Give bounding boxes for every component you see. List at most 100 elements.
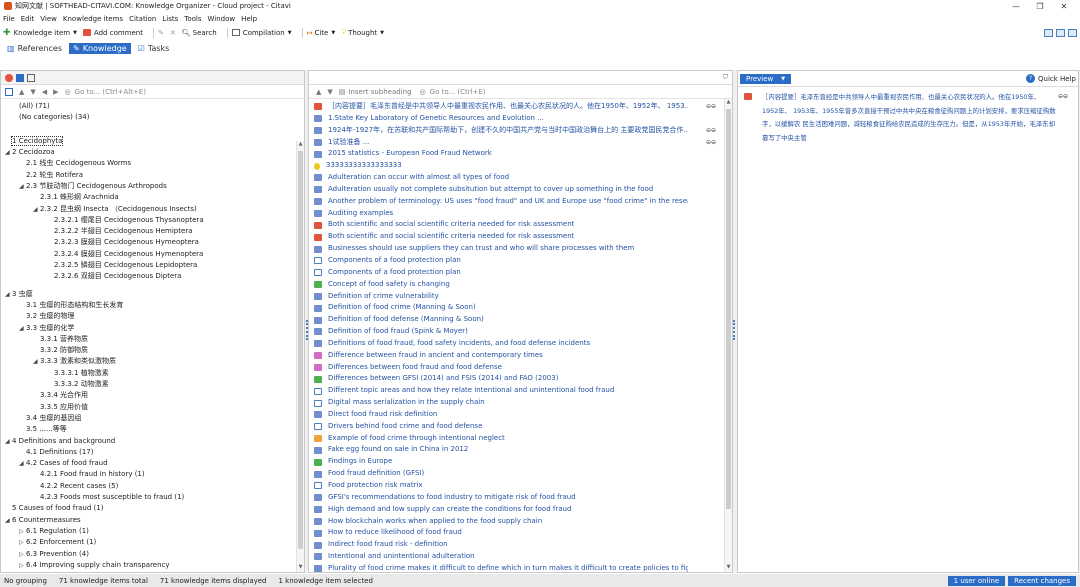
knowledge-item[interactable]: Food fraud definition (GFSI)	[309, 468, 732, 480]
splitter-handle-left[interactable]	[306, 320, 309, 340]
scroll-down-icon[interactable]: ▼	[725, 564, 732, 572]
tree-item[interactable]: 2.2 轮虫 Rotifera	[5, 170, 304, 181]
recent-changes-button[interactable]: Recent changes	[1008, 575, 1076, 586]
tree-item[interactable]: ◢ 4 Definitions and background	[5, 436, 304, 447]
tree-item[interactable]: ◢ 3.3 虫瘿的化学	[5, 323, 304, 334]
thought-button[interactable]: 💡︎ Thought ▼	[341, 28, 384, 37]
tree-item[interactable]: 2.1 线虫 Cecidogenous Worms	[5, 158, 304, 169]
tree-item[interactable]: 1 Cecidophyta	[5, 135, 304, 147]
knowledge-item[interactable]: 1.State Key Laboratory of Genetic Resour…	[309, 113, 732, 125]
knowledge-item[interactable]: Concept of food safety is changing	[309, 279, 732, 291]
tree-item[interactable]: 3.1 虫瘿的形态结构和生长发育	[5, 300, 304, 311]
tree-item[interactable]: 3.3.3.2 动物激素	[5, 379, 304, 390]
menu-tools[interactable]: Tools	[184, 15, 201, 23]
tree-expander-icon[interactable]: ◢	[19, 458, 26, 469]
tree-item[interactable]: ◢ 3 虫瘿	[5, 289, 304, 300]
knowledge-item[interactable]: Components of a food protection plan	[309, 267, 732, 279]
knowledge-item[interactable]: Plurality of food crime makes it difficu…	[309, 563, 732, 572]
tree-item[interactable]: ◢ 2 Cecidozoa	[5, 147, 304, 158]
edit-button[interactable]: ✎	[158, 29, 164, 37]
knowledge-item[interactable]: 2015 statistics - European Food Fraud Ne…	[309, 148, 732, 160]
tree-item[interactable]: ◢ 6 Countermeasures	[5, 515, 304, 526]
knowledge-item[interactable]: Drivers behind food crime and food defen…	[309, 421, 732, 433]
no-categories-item[interactable]: (No categories) (34)	[19, 112, 304, 123]
knowledge-item[interactable]: Difference between fraud in ancient and …	[309, 350, 732, 362]
tree-item[interactable]: 2.3.1 蛛形纲 Arachnida	[5, 192, 304, 203]
tree-item[interactable]: 4.1 Definitions (17)	[5, 447, 304, 458]
user-online-button[interactable]: 1 user online	[947, 575, 1006, 586]
knowledge-item[interactable]: 1试验准备 ... ⊖⊖	[309, 137, 732, 149]
menu-view[interactable]: View	[40, 15, 57, 23]
tree-expander-icon[interactable]: ◢	[19, 323, 26, 334]
tree-item[interactable]: 2.3.2.2 半翅目 Cecidogenous Hemiptera	[5, 226, 304, 237]
menu-file[interactable]: File	[3, 15, 15, 23]
attachment-link-icon[interactable]: ⊖⊖	[706, 101, 716, 113]
knowledge-scrollbar[interactable]: ▲ ▼	[724, 99, 732, 572]
knowledge-item[interactable]: Both scientific and social scientific cr…	[309, 231, 732, 243]
knowledge-item[interactable]: Definition of food fraud (Spink & Moyer)	[309, 326, 732, 338]
knowledge-item[interactable]: Definition of food defense (Manning & So…	[309, 314, 732, 326]
tree-item[interactable]: ▷ 6.3 Prevention (4)	[5, 549, 304, 560]
tree-item[interactable]: 4.2.1 Food fraud in history (1)	[5, 469, 304, 480]
tree-item[interactable]: 3.3.4 光合作用	[5, 390, 304, 401]
tree-item[interactable]: 3.3.3.1 植物激素	[5, 368, 304, 379]
tree-item[interactable]: ◢ 3.3.3 激素和类似激物质	[5, 356, 304, 367]
tree-expander-icon[interactable]: ◢	[33, 356, 40, 367]
knowledge-item[interactable]: Definition of crime vulnerability	[309, 291, 732, 303]
knowledge-item[interactable]: How to reduce likelihood of food fraud	[309, 527, 732, 539]
move-up-icon[interactable]: ▲	[19, 88, 24, 96]
tree-expander-icon[interactable]: ◢	[5, 436, 12, 447]
close-button[interactable]: ✕	[1052, 2, 1076, 11]
knowledge-item[interactable]: ［内容提要］毛泽东曾经是中共领导人中最重视农民作用、也最关心农民状况的人。他在1…	[309, 101, 732, 113]
categories-tab-icon[interactable]	[5, 73, 13, 82]
status-grouping[interactable]: No grouping	[4, 577, 47, 585]
menu-edit[interactable]: Edit	[21, 15, 35, 23]
tree-item[interactable]: 3.3.1 营养物质	[5, 334, 304, 345]
knowledge-item[interactable]: Different topic areas and how they relat…	[309, 385, 732, 397]
category-add-icon[interactable]	[5, 87, 13, 96]
tree-expander-icon[interactable]: ◢	[5, 515, 12, 526]
knowledge-item[interactable]: Direct food fraud risk definition	[309, 409, 732, 421]
tree-item[interactable]: 3.3.5 应用价值	[5, 402, 304, 413]
menu-window[interactable]: Window	[208, 15, 236, 23]
tree-expander-icon[interactable]: ▷	[19, 526, 26, 537]
knowledge-item[interactable]: Example of food crime through intentiona…	[309, 433, 732, 445]
tree-item[interactable]: 2.3.2.1 缨尾目 Cecidogenous Thysanoptera	[5, 215, 304, 226]
minimize-button[interactable]: —	[1004, 2, 1028, 11]
tree-item[interactable]: 2.3.2.5 鳞翅目 Cecidogenous Lepidoptera	[5, 260, 304, 271]
knowledge-item[interactable]: Findings in Europe	[309, 456, 732, 468]
knowledge-item[interactable]: How blockchain works when applied to the…	[309, 516, 732, 528]
tree-item[interactable]: 5 Causes of food fraud (1)	[5, 503, 304, 514]
tree-item[interactable]: 3.4 虫瘿的基因组	[5, 413, 304, 424]
tree-item[interactable]: 4.2.3 Foods most susceptible to fraud (1…	[5, 492, 304, 503]
tree-expander-icon[interactable]: ▷	[19, 560, 26, 571]
move-left-icon[interactable]: ◀	[42, 88, 47, 96]
preview-dropdown[interactable]: Preview ▼	[740, 73, 792, 84]
knowledge-goto-input[interactable]: Go to... (Ctrl+E)	[430, 88, 486, 96]
knowledge-item-button[interactable]: ✚ Knowledge item ▼	[3, 28, 77, 38]
tree-item[interactable]: ◢ 2.3.2 昆虫纲 Insecta （Cecidogenous Insects…	[5, 204, 304, 215]
layout-full-icon[interactable]	[1068, 28, 1077, 37]
knowledge-item[interactable]: High demand and low supply can create th…	[309, 504, 732, 516]
knowledge-item[interactable]: Auditing examples	[309, 208, 732, 220]
knowledge-item[interactable]: Definitions of food fraud, food safety i…	[309, 338, 732, 350]
knowledge-item[interactable]: Adulteration can occur with almost all t…	[309, 172, 732, 184]
knowledge-item[interactable]: Differences between GFSI (2014) and FSIS…	[309, 373, 732, 385]
compilation-button[interactable]: Compilation ▼	[231, 29, 292, 37]
maximize-button[interactable]: ❐	[1028, 2, 1052, 11]
tree-item[interactable]: 4.2.2 Recent cases (5)	[5, 481, 304, 492]
tree-item[interactable]: ▷ 6.4 Improving supply chain transparency	[5, 560, 304, 571]
splitter-handle-right[interactable]	[733, 320, 736, 340]
tree-item[interactable]: ◢ 2.3 节肢动物门 Cecidogenous Arthropods	[5, 181, 304, 192]
insert-subheading-button[interactable]: Insert subheading	[348, 88, 411, 96]
menu-knowledge-items[interactable]: Knowledge items	[63, 15, 123, 23]
tab-references[interactable]: ▥ References	[3, 43, 66, 54]
scroll-down-icon[interactable]: ▼	[297, 564, 304, 572]
layout-three-pane-icon[interactable]	[1056, 28, 1065, 37]
tab-tasks[interactable]: ☑ Tasks	[134, 43, 174, 54]
knowledge-item[interactable]: Businesses should use suppliers they can…	[309, 243, 732, 255]
tree-expander-icon[interactable]: ◢	[5, 147, 12, 158]
move-right-icon[interactable]: ▶	[53, 88, 58, 96]
tree-item[interactable]: 2.3.2.4 膜翅目 Cecidogenous Hymenoptera	[5, 249, 304, 260]
menu-lists[interactable]: Lists	[162, 15, 178, 23]
